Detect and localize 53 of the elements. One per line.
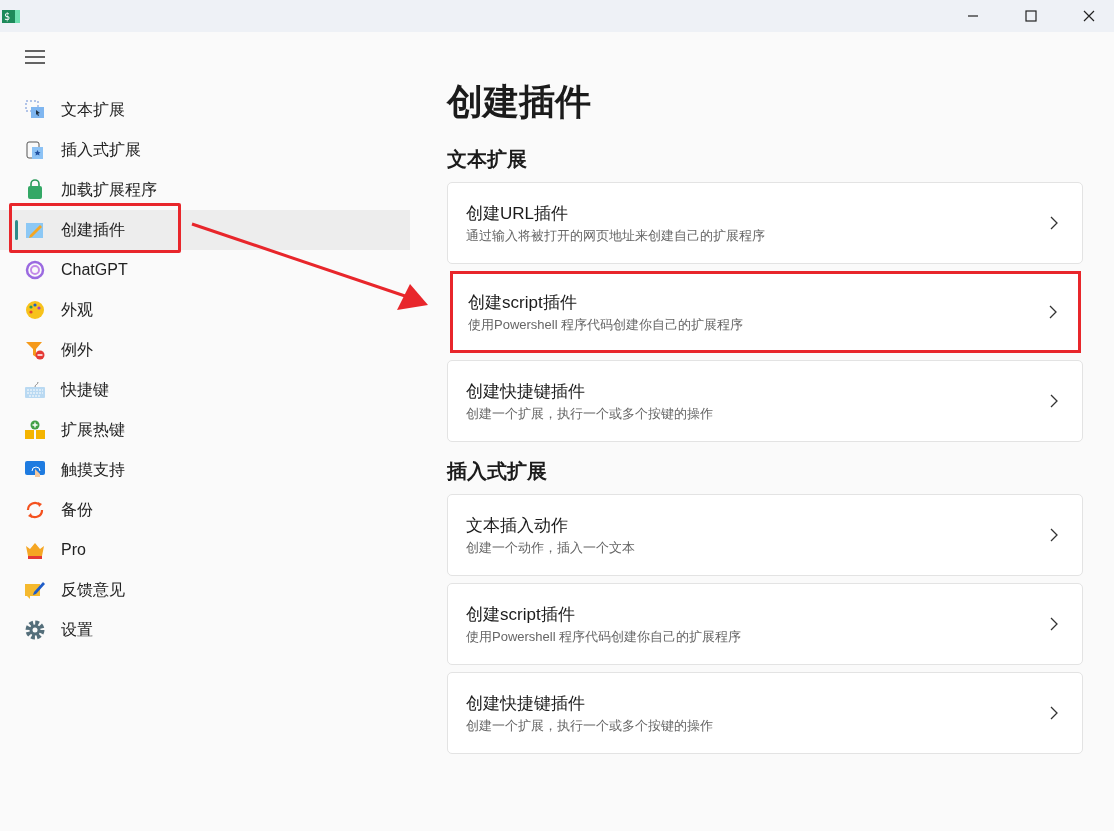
- sidebar-item[interactable]: Pro: [0, 530, 410, 570]
- chevron-right-icon: [1050, 617, 1058, 631]
- plugin-card[interactable]: 创建URL插件 通过输入将被打开的网页地址来创建自己的扩展程序: [447, 182, 1083, 264]
- plugin-card[interactable]: 创建script插件 使用Powershell 程序代码创建你自己的扩展程序: [450, 271, 1081, 353]
- chevron-right-icon: [1050, 394, 1058, 408]
- menu-icon[interactable]: [25, 50, 45, 64]
- funnel-icon: [24, 339, 46, 361]
- cursor-box-icon: [24, 99, 46, 121]
- card-description: 使用Powershell 程序代码创建你自己的扩展程序: [466, 627, 742, 646]
- sidebar-item[interactable]: 反馈意见: [0, 570, 410, 610]
- close-icon[interactable]: [1083, 10, 1095, 22]
- plugin-card[interactable]: 文本插入动作 创建一个动作，插入一个文本: [447, 494, 1083, 576]
- sidebar-item[interactable]: 例外: [0, 330, 410, 370]
- card-title: 创建快捷键插件: [466, 692, 586, 715]
- card-title: 创建快捷键插件: [466, 380, 586, 403]
- sidebar-item[interactable]: 设置: [0, 610, 410, 650]
- sidebar-item[interactable]: 加载扩展程序: [0, 170, 410, 210]
- palette-icon: [24, 299, 46, 321]
- section-heading: 插入式扩展: [447, 459, 548, 484]
- gear-icon: [24, 619, 46, 641]
- sidebar-item[interactable]: 插入式扩展: [0, 130, 410, 170]
- card-title: 文本插入动作: [466, 514, 569, 537]
- sidebar-item[interactable]: 备份: [0, 490, 410, 530]
- plugin-card[interactable]: 创建快捷键插件 创建一个扩展，执行一个或多个按键的操作: [447, 672, 1083, 754]
- plugin-card[interactable]: 创建script插件 使用Powershell 程序代码创建你自己的扩展程序: [447, 583, 1083, 665]
- chevron-right-icon: [1050, 706, 1058, 720]
- sidebar-item[interactable]: 文本扩展: [0, 90, 410, 130]
- sidebar-item[interactable]: 快捷键: [0, 370, 410, 410]
- sidebar-item[interactable]: 创建插件: [0, 210, 410, 250]
- page-title: 创建插件: [447, 80, 592, 124]
- section-heading: 文本扩展: [447, 147, 528, 172]
- plugin-card[interactable]: 创建快捷键插件 创建一个扩展，执行一个或多个按键的操作: [447, 360, 1083, 442]
- sync-icon: [24, 499, 46, 521]
- sidebar-item[interactable]: 触摸支持: [0, 450, 410, 490]
- card-description: 通过输入将被打开的网页地址来创建自己的扩展程序: [466, 226, 765, 245]
- clipboard-icon: [24, 139, 46, 161]
- keyboard-icon: [24, 379, 46, 401]
- card-description: 创建一个动作，插入一个文本: [466, 538, 635, 557]
- card-description: 使用Powershell 程序代码创建你自己的扩展程序: [468, 315, 744, 334]
- feedback-icon: [24, 579, 46, 601]
- chevron-right-icon: [1049, 305, 1057, 319]
- card-description: 创建一个扩展，执行一个或多个按键的操作: [466, 716, 713, 735]
- card-title: 创建script插件: [468, 291, 578, 314]
- app-icon: $: [2, 9, 20, 23]
- chevron-right-icon: [1050, 528, 1058, 542]
- card-title: 创建URL插件: [466, 202, 569, 225]
- sidebar-item[interactable]: 扩展热键: [0, 410, 410, 450]
- sidebar-item[interactable]: ChatGPT: [0, 250, 410, 290]
- sidebar-item[interactable]: 外观: [0, 290, 410, 330]
- maximize-icon[interactable]: [1025, 10, 1037, 22]
- chevron-right-icon: [1050, 216, 1058, 230]
- card-title: 创建script插件: [466, 603, 576, 626]
- card-description: 创建一个扩展，执行一个或多个按键的操作: [466, 404, 713, 423]
